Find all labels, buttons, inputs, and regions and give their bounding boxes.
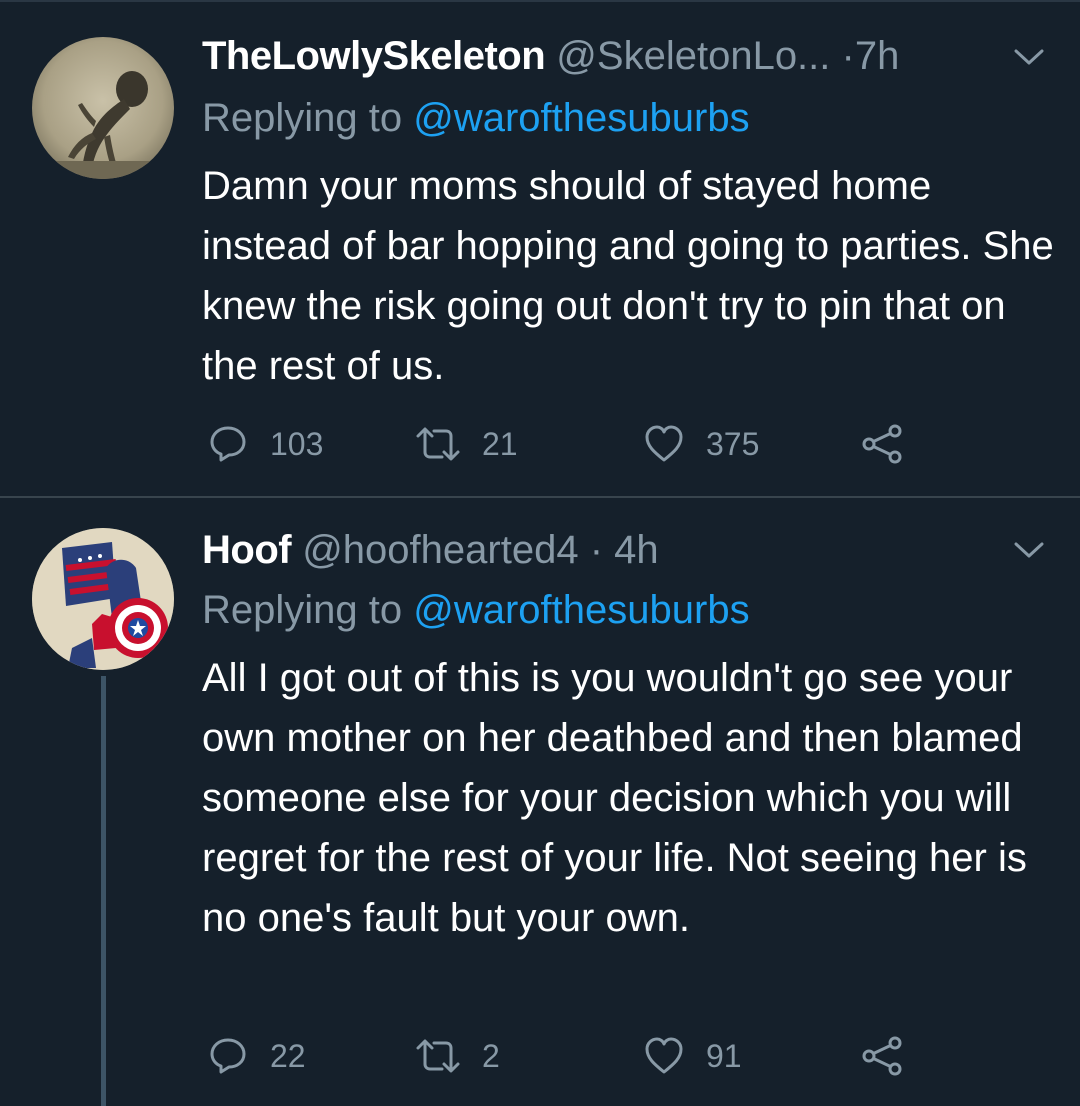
thread-line [101,676,106,1106]
replying-to-label: Replying to [202,588,403,632]
display-name[interactable]: TheLowlySkeleton [202,34,546,78]
reply-icon [206,1034,250,1078]
reply-count: 103 [270,426,324,462]
chevron-down-icon[interactable] [1012,539,1046,561]
timestamp[interactable]: 7h [855,34,900,78]
handle[interactable]: @hoofhearted4 [302,528,578,572]
retweet-count: 2 [482,1038,500,1074]
share-button[interactable] [860,422,904,466]
reply-count: 22 [270,1038,306,1074]
reply-button[interactable]: 22 [206,1034,306,1078]
handle[interactable]: @SkeletonLo... [556,34,830,78]
share-button[interactable] [860,1034,904,1078]
meta-separator: · [589,528,604,572]
tweet-header: Hoof @hoofhearted4 · 4h [202,524,659,576]
replying-to-mention[interactable]: @warofthesuburbs [413,96,749,140]
retweet-button[interactable]: 21 [414,422,518,466]
retweet-icon [414,422,462,466]
replying-to-mention[interactable]: @warofthesuburbs [413,588,749,632]
tweet-text: All I got out of this is you wouldn't go… [202,656,1027,940]
meta-separator: · [841,34,855,78]
chevron-down-icon[interactable] [1012,46,1046,68]
heart-icon [642,1034,686,1078]
reply-button[interactable]: 103 [206,422,323,466]
heart-icon [642,422,686,466]
like-button[interactable]: 375 [642,422,759,466]
replying-to: Replying to @warofthesuburbs [202,584,750,636]
display-name[interactable]: Hoof [202,528,292,572]
share-icon [860,1034,904,1078]
reply-icon [206,422,250,466]
tweet-header: TheLowlySkeleton @SkeletonLo... ·7h [202,30,899,82]
like-count: 375 [706,426,760,462]
retweet-count: 21 [482,426,518,462]
tweet-text: Damn your moms should of stayed home ins… [202,164,1054,388]
share-icon [860,422,904,466]
like-count: 91 [706,1038,742,1074]
tweet-actions: 103 21 375 [202,422,942,466]
timestamp[interactable]: 4h [614,528,659,572]
retweet-button[interactable]: 2 [414,1034,500,1078]
retweet-icon [414,1034,462,1078]
tweet-item[interactable]: Hoof @hoofhearted4 · 4h Replying to @war… [0,498,1080,1106]
replying-to: Replying to @warofthesuburbs [202,92,750,144]
avatar[interactable] [32,37,174,179]
tweet-actions: 22 2 91 [202,1034,942,1078]
like-button[interactable]: 91 [642,1034,742,1078]
replying-to-label: Replying to [202,96,403,140]
tweet-item[interactable]: TheLowlySkeleton @SkeletonLo... ·7h Repl… [0,0,1080,496]
avatar[interactable] [32,528,174,670]
